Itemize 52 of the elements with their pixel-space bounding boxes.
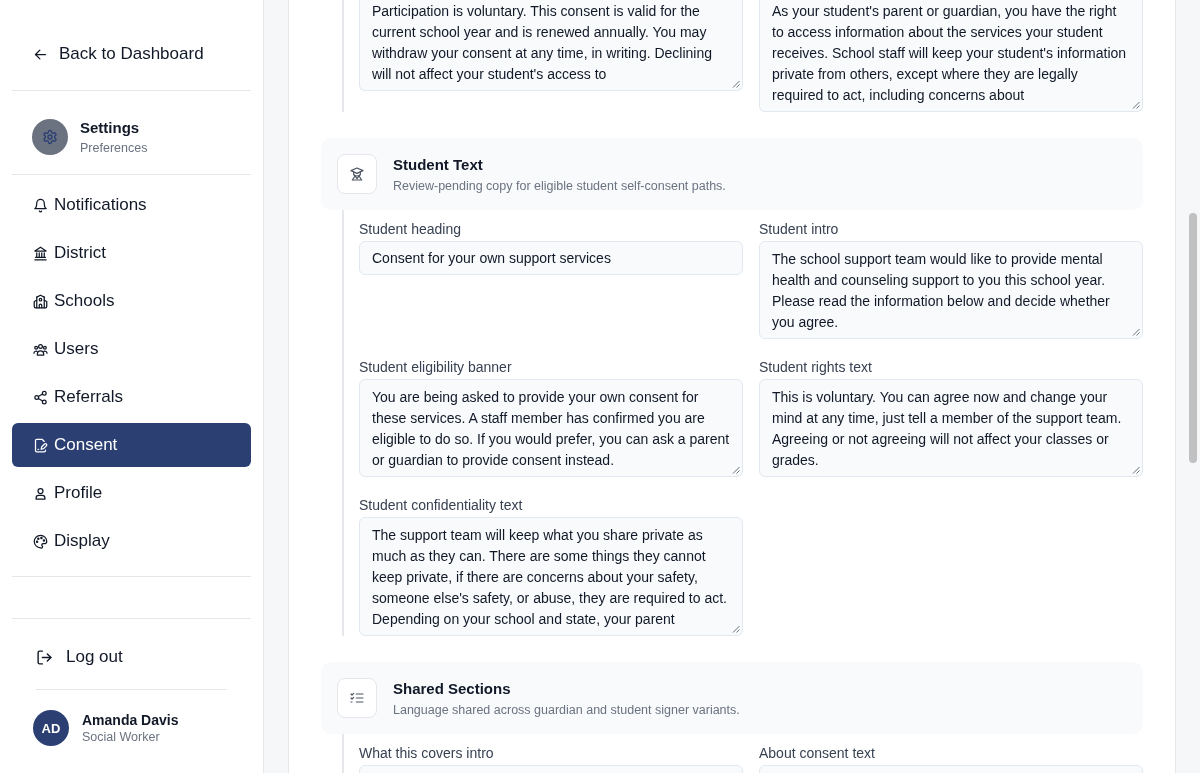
field-label: What this covers intro xyxy=(359,745,495,761)
field-label: Student confidentiality text xyxy=(359,497,524,513)
section-subtitle: Review-pending copy for eligible student self-consent paths. xyxy=(393,177,726,194)
people-group-icon xyxy=(33,341,48,357)
field-label: About consent text xyxy=(759,745,876,761)
sidebar-nav-item[interactable]: Profile xyxy=(12,471,251,515)
document-pen-icon xyxy=(33,437,48,453)
user-name: Amanda Davis xyxy=(82,711,179,729)
resize-grip-icon xyxy=(1132,328,1140,336)
field-label: Student heading xyxy=(359,221,462,237)
person-icon xyxy=(33,485,48,501)
field-label: Student rights text xyxy=(759,359,873,375)
textarea-field[interactable]: This is voluntary. You can agree now and change your mind at any time, just tell a member of the support team. Agreeing or not agreeing will not affect your classes or grades. xyxy=(759,379,1143,477)
sidebar-nav-item[interactable]: District xyxy=(12,231,251,275)
resize-grip-icon xyxy=(732,80,740,88)
textarea-field[interactable]: You are being asked to provide your own consent for these services. A staff member has confirmed you are eligible to do so. If you would prefer, you can ask a parent or guardian to provide consent instead. xyxy=(359,379,743,477)
user-role: Social Worker xyxy=(82,729,161,745)
sidebar-nav-item[interactable]: Referrals xyxy=(12,375,251,419)
resize-grip-icon xyxy=(732,625,740,633)
section-title: Shared Sections xyxy=(393,678,512,699)
textarea-field[interactable]: As your student's parent or guardian, you have the right to access information about the services your student receives. School staff will keep your student's information private from others, except where they are legally required to act, including concerns about xyxy=(759,0,1143,112)
sidebar-nav-item[interactable]: Display xyxy=(12,519,251,563)
logout-icon xyxy=(36,648,53,666)
textarea-field[interactable]: The support team will keep what you share private as much as they can. There are some things they cannot keep private, if there are concerns about your safety, someone else's safety, or abuse, they are required to act. Depending on your school and state, your parent xyxy=(359,517,743,636)
resize-grip-icon xyxy=(732,466,740,474)
back-link[interactable]: Back to Dashboard xyxy=(33,36,204,72)
checklist-icon xyxy=(337,678,377,718)
bell-icon xyxy=(33,197,48,213)
palette-icon xyxy=(33,533,48,549)
resize-grip-icon xyxy=(1132,466,1140,474)
building-columns-icon xyxy=(33,245,48,261)
graduation-cap-icon xyxy=(337,154,377,194)
settings-title: Settings xyxy=(80,118,141,137)
field-label: Student eligibility banner xyxy=(359,359,513,375)
sidebar-nav-item[interactable]: Schools xyxy=(12,279,251,323)
school-building-icon xyxy=(33,293,48,309)
text-input-field[interactable]: Consent for your own support services xyxy=(359,241,743,275)
sidebar-nav-item[interactable]: Consent xyxy=(12,423,251,467)
textarea-field[interactable]: The school support team would like to provide mental health and counseling support to you this school year. Please read the information below and decide whether you agree. xyxy=(759,241,1143,339)
logout-button[interactable]: Log out xyxy=(24,637,123,677)
field-label: Student intro xyxy=(759,221,840,237)
section-title: Student Text xyxy=(393,154,484,175)
settings-subtitle: Preferences xyxy=(80,140,148,156)
textarea-field[interactable]: Participation is voluntary. This consent is valid for the current school year and is renewed annually. You may withdraw your consent at any time, in writing. Declining will not affect your student's access to xyxy=(359,0,743,91)
user-avatar: AD xyxy=(33,710,69,746)
settings-gear-icon xyxy=(32,119,68,155)
sidebar-nav-item[interactable]: Users xyxy=(12,327,251,371)
scrollbar-thumb[interactable] xyxy=(1189,213,1197,463)
section-subtitle: Language shared across guardian and student signer variants. xyxy=(393,701,740,718)
share-nodes-icon xyxy=(33,389,48,405)
sidebar-nav-item[interactable]: Notifications xyxy=(12,183,251,227)
resize-grip-icon xyxy=(1132,101,1140,109)
